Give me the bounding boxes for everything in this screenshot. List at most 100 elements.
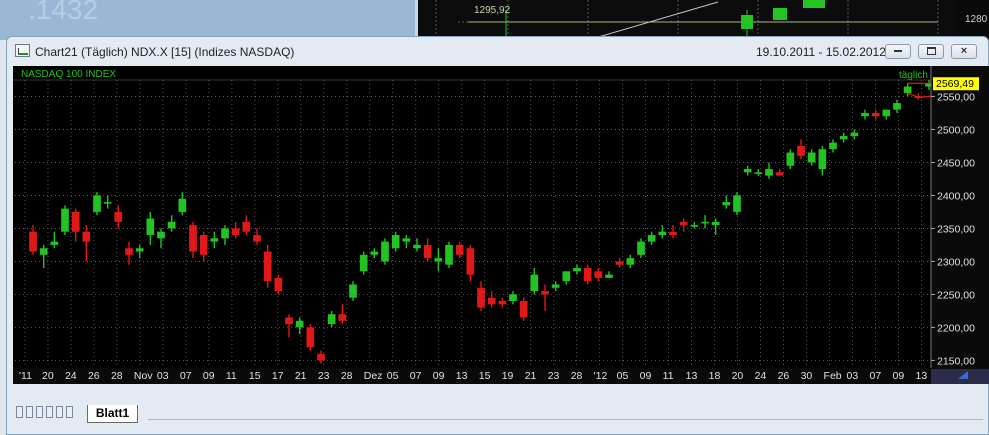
candle-body <box>103 202 112 204</box>
candle-body <box>167 221 176 229</box>
candle-body <box>338 314 347 321</box>
candle-body <box>647 235 656 242</box>
x-tick-label: '12 <box>594 370 608 382</box>
sheet-scroll-button[interactable] <box>56 406 63 418</box>
background-axis-label: 1280 <box>965 14 988 25</box>
candle-body <box>765 169 773 176</box>
x-tick-label: 09 <box>640 370 652 382</box>
candle-body <box>850 132 859 137</box>
candle-body <box>658 231 667 236</box>
x-tick-label: 13 <box>456 370 468 382</box>
candle-body <box>349 284 357 298</box>
chart-app-icon[interactable] <box>15 44 30 57</box>
candle-body <box>391 235 400 249</box>
x-tick-label: 15 <box>479 370 491 382</box>
candle-body <box>327 314 336 325</box>
candle-body <box>135 248 144 252</box>
candle-body <box>871 112 880 117</box>
sheet-scroll-button-2[interactable] <box>66 406 73 418</box>
x-tick-label: 07 <box>180 370 192 382</box>
candle-body <box>434 258 443 262</box>
x-tick-label: 17 <box>272 370 284 382</box>
chart-title: NASDAQ 100 INDEX <box>21 69 116 80</box>
x-tick-label: 18 <box>709 370 721 382</box>
candle-body <box>797 145 805 156</box>
candle-body <box>381 241 389 262</box>
x-tick-label: 26 <box>88 370 100 382</box>
date-range: 19.10.2011 - 15.02.2012 <box>756 45 886 59</box>
candle-body <box>733 195 741 212</box>
y-tick-label: 2350,00 <box>937 223 975 235</box>
axis-layer: 2550,00 2500,00 2450,00 2400,00 2350,00 2300,… <box>13 66 989 384</box>
candle-body <box>295 320 304 328</box>
window-title: Chart21 (Täglich) NDX.X [15] (Indizes NA… <box>35 45 295 59</box>
y-tick-label: 2150,00 <box>937 355 975 367</box>
candle-body <box>679 221 688 226</box>
x-tick-label: 11 <box>226 370 237 382</box>
period-label: täglich <box>899 70 928 81</box>
candle-body <box>423 244 432 259</box>
candle-body <box>615 261 624 265</box>
close-button[interactable]: × <box>951 44 977 59</box>
restore-button[interactable] <box>918 44 944 59</box>
x-tick-label: 09 <box>893 370 905 382</box>
sheet-tab-blatt1[interactable]: Blatt1 <box>87 405 138 423</box>
candle-body <box>669 231 677 236</box>
x-tick-label: 11 <box>663 370 674 382</box>
chart-plot-area[interactable]: 2550,00 2500,00 2450,00 2400,00 2350,00 2300,… <box>13 66 989 384</box>
x-tick-label: 23 <box>548 370 560 382</box>
close-icon: × <box>960 45 968 57</box>
minimize-button[interactable] <box>885 44 911 59</box>
x-tick-label: 05 <box>617 370 629 382</box>
x-tick-label: 13 <box>916 370 928 382</box>
candle-body <box>519 301 528 318</box>
x-tick-label: 26 <box>778 370 790 382</box>
candlestick-chart[interactable]: 2550,00 2500,00 2450,00 2400,00 2350,00 2300,… <box>13 66 989 384</box>
candle-body <box>306 327 315 348</box>
candle-body <box>530 274 539 292</box>
candle-body <box>839 136 848 140</box>
candle-body <box>541 291 549 295</box>
candle-body <box>893 103 901 110</box>
x-tick-label: 20 <box>732 370 744 382</box>
y-tick-label: 2400,00 <box>937 190 975 202</box>
x-tick-label: Feb <box>824 370 842 382</box>
candle-body <box>274 277 283 292</box>
candle-body <box>786 152 795 166</box>
x-tick-label: 03 <box>157 370 169 382</box>
x-tick-label: 07 <box>870 370 882 382</box>
minimize-icon <box>894 50 902 53</box>
candle-body <box>285 317 293 325</box>
candle-body <box>114 211 123 222</box>
tab-bar-divider <box>148 419 983 420</box>
title-bar[interactable]: Chart21 (Täglich) NDX.X [15] (Indizes NA… <box>7 37 988 66</box>
candle-body <box>146 218 155 236</box>
candle-body <box>690 225 699 227</box>
last-price-label: 2569,49 <box>936 78 974 90</box>
background-panel-left: .1432 <box>0 0 415 40</box>
y-tick-label: 2200,00 <box>937 322 975 334</box>
x-tick-label: 24 <box>65 370 77 382</box>
next-sheet-button[interactable] <box>36 406 43 418</box>
candle-body <box>562 271 571 282</box>
x-tick-label: 15 <box>249 370 261 382</box>
candle-body <box>413 244 421 249</box>
candle-body <box>455 244 464 255</box>
candle-body <box>93 195 101 212</box>
x-tick-label: 21 <box>295 370 307 382</box>
candle-body <box>317 353 325 361</box>
prev-sheet-button[interactable] <box>26 406 33 418</box>
sheet-tab-bar: Blatt1 <box>8 402 983 435</box>
candle-body <box>605 274 613 278</box>
candle-body <box>903 86 912 94</box>
candle-body <box>359 254 368 272</box>
candle-body <box>818 149 827 170</box>
first-sheet-button[interactable] <box>16 406 23 418</box>
candle-body <box>231 228 240 236</box>
candle-body <box>498 301 507 305</box>
candle-body <box>775 172 784 176</box>
x-tick-label: 28 <box>571 370 583 382</box>
x-tick-label: 09 <box>433 370 445 382</box>
last-sheet-button[interactable] <box>46 406 53 418</box>
x-tick-label: 30 <box>801 370 813 382</box>
